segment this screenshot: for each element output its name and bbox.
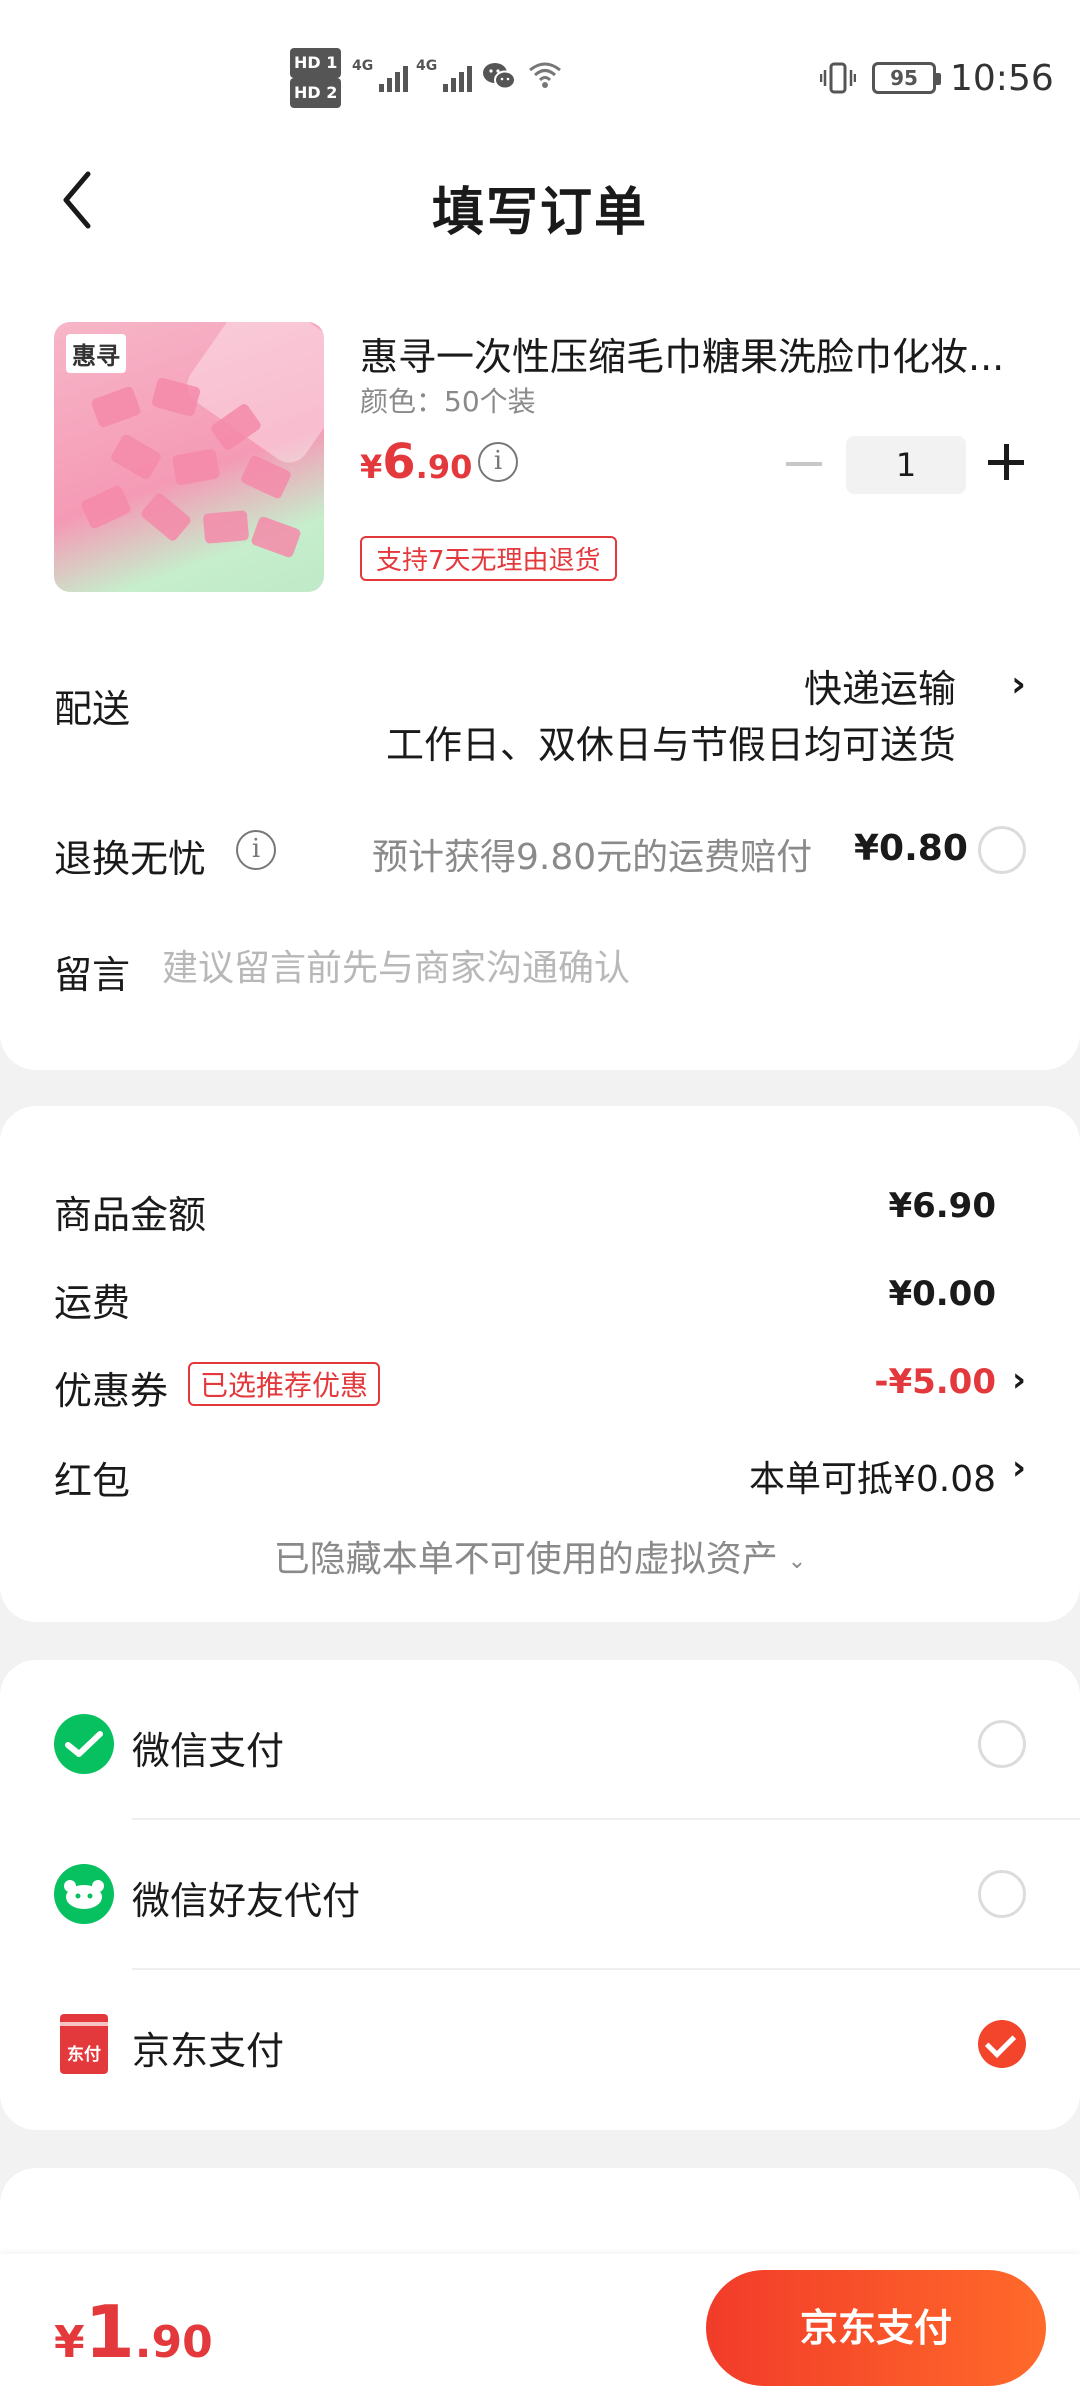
return-worry-info-icon[interactable]: i bbox=[236, 830, 276, 870]
return-worry-desc: 预计获得9.80元的运费赔付 bbox=[372, 837, 813, 878]
return-policy-tag: 支持7天无理由退货 bbox=[360, 536, 617, 581]
header: 填写订单 bbox=[0, 150, 1080, 250]
price-decimal: .90 bbox=[415, 448, 473, 486]
price-integer: 6 bbox=[382, 434, 416, 490]
payment-radio-wechat[interactable] bbox=[978, 1720, 1026, 1768]
price-info-icon[interactable]: i bbox=[478, 442, 518, 482]
signal-icon-2: 4G bbox=[416, 58, 473, 92]
product-image[interactable]: 惠寻 bbox=[54, 322, 324, 592]
quantity-input[interactable]: 1 bbox=[846, 436, 966, 494]
goods-amount-value: ¥6.90 bbox=[888, 1186, 996, 1226]
total-price: ¥1.90 bbox=[54, 2290, 213, 2374]
product-logo: 惠寻 bbox=[66, 334, 126, 373]
shipping-fee-value: ¥0.00 bbox=[888, 1274, 996, 1314]
status-time: 10:56 bbox=[950, 58, 1054, 99]
chevron-right-icon[interactable]: › bbox=[1012, 1360, 1026, 1400]
network1-label: 4G bbox=[352, 58, 374, 74]
total-currency: ¥ bbox=[54, 2317, 85, 2368]
hidden-assets-toggle[interactable]: 已隐藏本单不可使用的虚拟资产 ⌄ bbox=[0, 1530, 1080, 1582]
battery-icon: 95 bbox=[872, 62, 941, 94]
payment-method-card: 微信支付 微信好友代付 东付 京东支付 bbox=[0, 1660, 1080, 2130]
delivery-method[interactable]: 快递运输 bbox=[804, 658, 956, 713]
sim2-label: HD 2 bbox=[290, 78, 342, 108]
quantity-decrease-button[interactable] bbox=[786, 462, 822, 466]
coupon-tag: 已选推荐优惠 bbox=[188, 1362, 381, 1406]
signal-icon: 4G bbox=[352, 58, 409, 92]
total-integer: 1 bbox=[84, 2290, 135, 2374]
chevron-down-icon: ⌄ bbox=[787, 1548, 807, 1574]
vibrate-icon bbox=[820, 62, 856, 94]
hidden-assets-label: 已隐藏本单不可使用的虚拟资产 bbox=[273, 1539, 778, 1580]
payment-radio-wechat-friend[interactable] bbox=[978, 1870, 1026, 1918]
payment-label: 京东支付 bbox=[132, 2029, 285, 2073]
payment-option-wechat[interactable]: 微信支付 bbox=[0, 1668, 1080, 1818]
product-spec: 颜色：50个装 bbox=[360, 385, 536, 418]
jd-pay-icon: 东付 bbox=[60, 2014, 108, 2074]
network2-label: 4G bbox=[416, 58, 438, 74]
wechat-friend-pay-icon bbox=[54, 1864, 114, 1924]
chevron-right-icon[interactable]: › bbox=[1011, 664, 1026, 705]
product-title[interactable]: 惠寻一次性压缩毛巾糖果洗脸巾化妆... bbox=[360, 326, 1030, 381]
price-summary-card: 商品金额 ¥6.90 运费 ¥0.00 优惠券 已选推荐优惠 -¥5.00 › … bbox=[0, 1106, 1080, 1622]
message-label: 留言 bbox=[54, 953, 131, 997]
payment-option-wechat-friend[interactable]: 微信好友代付 bbox=[0, 1818, 1080, 1968]
wifi-icon bbox=[529, 62, 561, 88]
sim1-label: HD 1 bbox=[290, 48, 342, 78]
redpacket-value[interactable]: 本单可抵¥0.08 bbox=[749, 1450, 996, 1502]
bottom-bar: ¥1.90 京东支付 bbox=[0, 2254, 1080, 2400]
quantity-increase-button[interactable] bbox=[988, 444, 1024, 480]
message-input[interactable] bbox=[162, 938, 1032, 998]
wechat-pay-icon bbox=[54, 1714, 114, 1774]
goods-amount-label: 商品金额 bbox=[54, 1193, 207, 1237]
sim-indicators: HD 1 HD 2 bbox=[290, 48, 344, 108]
shipping-fee-label: 运费 bbox=[54, 1281, 131, 1325]
delivery-note: 工作日、双休日与节假日均可送货 bbox=[385, 723, 956, 767]
return-worry-label: 退换无忧 bbox=[54, 837, 207, 881]
order-info-card: 惠寻 惠寻一次性压缩毛巾糖果洗脸巾化妆... 颜色：50个装 ¥6.90 i 1… bbox=[0, 250, 1080, 1070]
payment-radio-jd[interactable] bbox=[978, 2020, 1026, 2068]
delivery-label: 配送 bbox=[54, 687, 131, 731]
jd-icon-text: 东付 bbox=[67, 2044, 101, 2065]
coupon-value[interactable]: -¥5.00 bbox=[874, 1362, 996, 1402]
product-price: ¥6.90 bbox=[360, 434, 472, 490]
status-bar: HD 1 HD 2 4G 4G 95 10:56 bbox=[0, 0, 1080, 150]
price-currency: ¥ bbox=[360, 448, 383, 486]
coupon-label: 优惠券 bbox=[54, 1369, 169, 1413]
payment-option-jd[interactable]: 东付 京东支付 bbox=[0, 1968, 1080, 2118]
page-title: 填写订单 bbox=[431, 183, 648, 243]
payment-label: 微信支付 bbox=[132, 1729, 285, 1773]
submit-payment-button[interactable]: 京东支付 bbox=[706, 2270, 1046, 2386]
redpacket-label: 红包 bbox=[54, 1459, 131, 1503]
wechat-notification-icon bbox=[483, 63, 516, 90]
chevron-right-icon[interactable]: › bbox=[1012, 1448, 1026, 1488]
return-worry-price: ¥0.80 bbox=[854, 828, 968, 869]
total-decimal: .90 bbox=[134, 2317, 213, 2368]
payment-label: 微信好友代付 bbox=[132, 1879, 361, 1923]
return-worry-radio[interactable] bbox=[978, 826, 1026, 874]
